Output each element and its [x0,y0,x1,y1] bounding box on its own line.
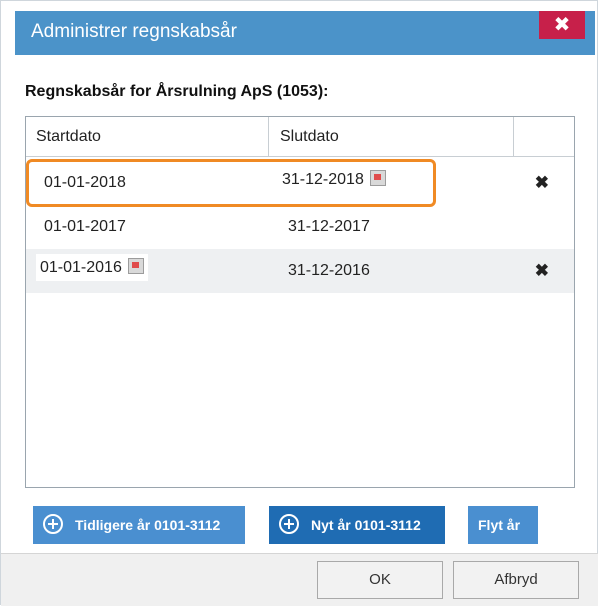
delete-icon[interactable]: ✖ [535,261,549,281]
start-date-input[interactable]: 01-01-2016 [36,254,148,281]
grid-header: Startdato Slutdato [26,117,574,157]
company-heading: Regnskabsår for Årsrulning ApS (1053): [25,83,329,100]
move-year-label: Flyt år [478,517,521,533]
add-previous-year-label: Tidligere år 0101-3112 [75,517,221,533]
column-divider [268,117,269,157]
column-header-start-date[interactable]: Startdato [36,128,101,146]
plus-circle-icon [43,514,63,534]
add-previous-year-button[interactable]: Tidligere år 0101-3112 [33,506,245,544]
row-highlight [26,159,436,207]
column-header-end-date[interactable]: Slutdato [280,128,339,146]
calendar-icon[interactable] [127,258,144,274]
plus-circle-icon [279,514,299,534]
close-icon: ✖ [553,12,571,36]
table-row[interactable]: 01-01-2016 31-12-2016 ✖ [26,249,574,293]
dialog-title: Administrer regnskabsår [31,21,237,42]
add-new-year-label: Nyt år 0101-3112 [311,517,421,533]
end-date-cell[interactable]: 31-12-2017 [288,218,370,236]
dialog-titlebar: Administrer regnskabsår ✖ [15,11,595,55]
table-row[interactable]: 01-01-2017 31-12-2017 [26,205,574,249]
manage-fiscal-years-dialog: Administrer regnskabsår ✖ Regnskabsår fo… [0,0,598,606]
column-divider [513,117,514,157]
ok-button[interactable]: OK [317,561,443,599]
start-date-cell[interactable]: 01-01-2017 [44,218,126,236]
end-date-cell[interactable]: 31-12-2016 [288,262,370,280]
cancel-button[interactable]: Afbryd [453,561,579,599]
start-date-value: 01-01-2016 [40,259,122,276]
move-year-button[interactable]: Flyt år [468,506,538,544]
close-button[interactable]: ✖ [539,11,585,39]
delete-icon[interactable]: ✖ [535,173,549,193]
add-new-year-button[interactable]: Nyt år 0101-3112 [269,506,445,544]
